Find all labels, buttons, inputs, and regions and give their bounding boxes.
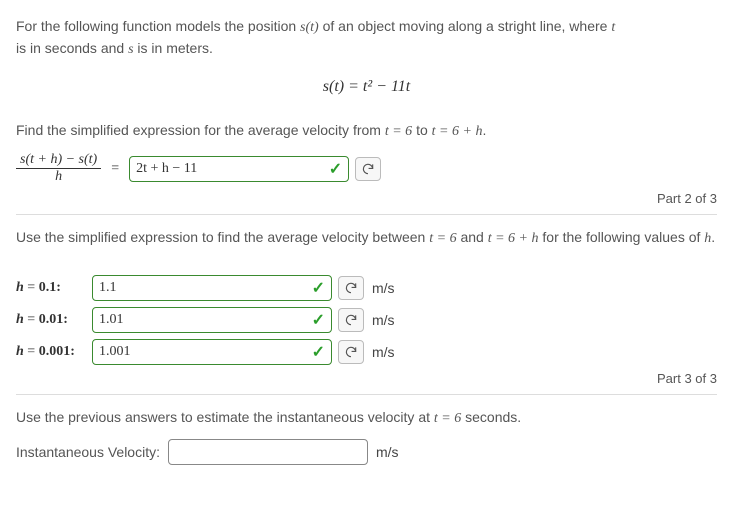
answer-text: 2t + h − 11 bbox=[136, 161, 197, 177]
unit-label: m/s bbox=[376, 444, 399, 460]
divider bbox=[16, 214, 717, 215]
refresh-icon bbox=[344, 281, 358, 295]
unit-label: m/s bbox=[372, 344, 395, 360]
answer-text: 1.001 bbox=[99, 344, 131, 360]
refresh-icon bbox=[344, 345, 358, 359]
position-equation: s(t) = t² − 11t bbox=[16, 78, 717, 96]
h-row-1: h = 0.01: 1.01 ✓ m/s bbox=[16, 307, 717, 333]
h-1-input[interactable]: 1.01 ✓ bbox=[92, 307, 332, 333]
part2-prompt: Use the simplified expression to find th… bbox=[16, 227, 717, 249]
equals-sign: = bbox=[111, 161, 119, 177]
reset-button[interactable] bbox=[355, 157, 381, 181]
check-icon: ✓ bbox=[312, 342, 325, 362]
check-icon: ✓ bbox=[312, 278, 325, 298]
check-icon: ✓ bbox=[329, 159, 342, 179]
part3-prompt: Use the previous answers to estimate the… bbox=[16, 407, 717, 429]
divider bbox=[16, 394, 717, 395]
answer-text: 1.01 bbox=[99, 312, 124, 328]
reset-button[interactable] bbox=[338, 308, 364, 332]
unit-label: m/s bbox=[372, 312, 395, 328]
h-label: h = 0.01: bbox=[16, 312, 92, 328]
difference-quotient: s(t + h) − s(t) h bbox=[16, 152, 101, 185]
unit-label: m/s bbox=[372, 280, 395, 296]
refresh-icon bbox=[344, 313, 358, 327]
intro-text: For the following function models the po… bbox=[16, 16, 717, 60]
check-icon: ✓ bbox=[312, 310, 325, 330]
h-row-0: h = 0.1: 1.1 ✓ m/s bbox=[16, 275, 717, 301]
h-row-2: h = 0.001: 1.001 ✓ m/s bbox=[16, 339, 717, 365]
instantaneous-velocity-label: Instantaneous Velocity: bbox=[16, 444, 160, 460]
instantaneous-velocity-input[interactable] bbox=[168, 439, 368, 465]
avg-velocity-expression-input[interactable]: 2t + h − 11 ✓ bbox=[129, 156, 349, 182]
h-0-input[interactable]: 1.1 ✓ bbox=[92, 275, 332, 301]
instantaneous-velocity-row: Instantaneous Velocity: m/s bbox=[16, 439, 717, 465]
part3-label: Part 3 of 3 bbox=[16, 371, 717, 386]
answer-text: 1.1 bbox=[99, 280, 117, 296]
reset-button[interactable] bbox=[338, 276, 364, 300]
part2-label: Part 2 of 3 bbox=[16, 191, 717, 206]
avg-velocity-expression-row: s(t + h) − s(t) h = 2t + h − 11 ✓ bbox=[16, 152, 717, 185]
reset-button[interactable] bbox=[338, 340, 364, 364]
part1-prompt: Find the simplified expression for the a… bbox=[16, 120, 717, 142]
refresh-icon bbox=[361, 162, 375, 176]
h-label: h = 0.001: bbox=[16, 344, 92, 360]
h-2-input[interactable]: 1.001 ✓ bbox=[92, 339, 332, 365]
h-label: h = 0.1: bbox=[16, 280, 92, 296]
